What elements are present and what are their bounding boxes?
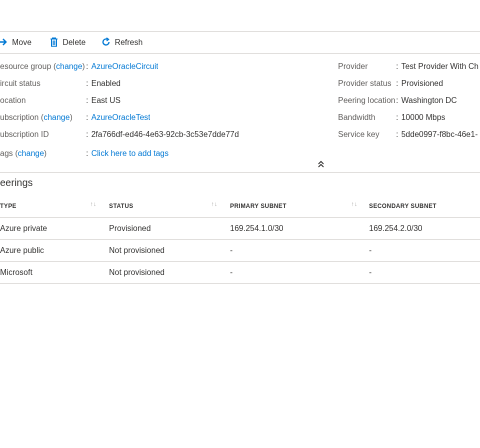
- bandwidth-row: Bandwidth : 10000 Mbps: [338, 109, 480, 126]
- subscription-change-link[interactable]: change: [44, 113, 70, 122]
- column-header-type[interactable]: TYPE ↑↓: [0, 197, 109, 218]
- peering-location-value: Washington DC: [401, 96, 457, 105]
- column-header-primary-subnet[interactable]: PRIMARY SUBNET ↑↓: [230, 197, 369, 218]
- resource-group-value-link[interactable]: AzureOracleCircuit: [91, 58, 158, 75]
- provider-label: Provider: [338, 62, 368, 71]
- arrow-right-icon: [0, 37, 8, 47]
- provider-row: Provider : Test Provider With Ch: [338, 58, 480, 75]
- type-cell: Azure public: [0, 239, 109, 262]
- circuit-status-label: ircuit status: [0, 79, 41, 88]
- subscription-id-label: ubscription ID: [0, 130, 49, 139]
- circuit-status-row: ircuit status : Enabled: [0, 75, 300, 92]
- refresh-button[interactable]: Refresh: [101, 32, 148, 52]
- sort-icon: ↑↓: [351, 202, 358, 208]
- chevron-double-up-icon: [316, 160, 326, 171]
- column-header-secondary-subnet[interactable]: SECONDARY SUBNET: [369, 197, 480, 218]
- subscription-value-link[interactable]: AzureOracleTest: [91, 109, 150, 126]
- service-key-label: Service key: [338, 130, 380, 139]
- resource-group-label: esource group (: [0, 62, 57, 71]
- table-header-row: TYPE ↑↓ STATUS ↑↓ PRIMARY SUBNET ↑↓ SECONDA…: [0, 197, 480, 218]
- move-label: Move: [12, 37, 32, 47]
- essentials-right: Provider : Test Provider With Ch Provide…: [338, 58, 480, 143]
- sort-icon: ↑↓: [211, 202, 218, 208]
- type-cell: Azure private: [0, 217, 109, 240]
- subscription-id-row: ubscription ID : 2fa766df-ed46-4e63-92cb…: [0, 126, 300, 143]
- blade-header: [0, 0, 480, 32]
- resource-group-label-end: ): [82, 62, 85, 71]
- provider-status-label: Provider status: [338, 79, 392, 88]
- subscription-label-end: ): [69, 113, 73, 122]
- tags-label: ags (: [0, 149, 18, 158]
- add-tags-link[interactable]: Click here to add tags: [91, 145, 168, 162]
- peering-location-label: Peering location: [338, 96, 396, 105]
- peerings-table: TYPE ↑↓ STATUS ↑↓ PRIMARY SUBNET ↑↓ SECONDA…: [0, 197, 480, 284]
- refresh-icon: [101, 37, 111, 47]
- status-cell: Not provisioned: [109, 239, 230, 262]
- refresh-label: Refresh: [114, 37, 143, 47]
- column-header-status[interactable]: STATUS ↑↓: [109, 197, 230, 218]
- table-row[interactable]: Microsoft Not provisioned - -: [0, 261, 480, 284]
- column-type-label: TYPE: [0, 204, 17, 210]
- subscription-label: ubscription (: [0, 113, 44, 122]
- sort-icon: ↑↓: [90, 202, 97, 208]
- type-cell: Microsoft: [0, 261, 109, 284]
- provider-value: Test Provider With Ch: [401, 62, 479, 71]
- primary-subnet-cell: -: [230, 239, 369, 262]
- subscription-id-value: 2fa766df-ed46-4e63-92cb-3c53e7dde77d: [91, 130, 239, 139]
- tags-label-end: ): [44, 149, 47, 158]
- location-row: ocation : East US: [0, 92, 300, 109]
- table-row[interactable]: Azure public Not provisioned - -: [0, 239, 480, 262]
- provider-status-row: Provider status : Provisioned: [338, 75, 480, 92]
- peerings-title: eerings: [0, 178, 33, 189]
- primary-subnet-cell: 169.254.1.0/30: [230, 217, 369, 240]
- status-cell: Provisioned: [109, 217, 230, 240]
- essentials-left: esource group (change) : AzureOracleCirc…: [0, 58, 300, 162]
- secondary-subnet-cell: -: [369, 261, 480, 284]
- resource-group-row: esource group (change) : AzureOracleCirc…: [0, 58, 300, 75]
- bandwidth-value: 10000 Mbps: [401, 113, 446, 122]
- toolbar-divider: [0, 53, 480, 54]
- table-row[interactable]: Azure private Provisioned 169.254.1.0/30…: [0, 217, 480, 240]
- column-secondary-subnet-label: SECONDARY SUBNET: [369, 204, 437, 210]
- bandwidth-label: Bandwidth: [338, 113, 376, 122]
- circuit-status-value: Enabled: [91, 79, 121, 88]
- service-key-row: Service key : 5dde0997-f8bc-46e1-: [338, 126, 480, 143]
- status-cell: Not provisioned: [109, 261, 230, 284]
- peering-location-row: Peering location : Washington DC: [338, 92, 480, 109]
- primary-subnet-cell: -: [230, 261, 369, 284]
- delete-button[interactable]: Delete: [49, 32, 91, 52]
- location-value: East US: [91, 96, 121, 105]
- delete-label: Delete: [62, 37, 86, 47]
- tags-row: ags (change) : Click here to add tags: [0, 145, 300, 162]
- secondary-subnet-cell: 169.254.2.0/30: [369, 217, 480, 240]
- secondary-subnet-cell: -: [369, 239, 480, 262]
- location-label: ocation: [0, 96, 26, 105]
- column-status-label: STATUS: [109, 204, 134, 210]
- command-bar: Move Delete Refresh: [0, 32, 480, 52]
- column-primary-subnet-label: PRIMARY SUBNET: [230, 204, 287, 210]
- move-button[interactable]: Move: [0, 32, 37, 52]
- subscription-row: ubscription (change) : AzureOracleTest: [0, 109, 300, 126]
- provider-status-value: Provisioned: [401, 79, 444, 88]
- collapse-essentials-button[interactable]: [316, 159, 326, 169]
- trash-icon: [49, 37, 59, 47]
- tags-change-link[interactable]: change: [18, 149, 44, 158]
- resource-group-change-link[interactable]: change: [56, 62, 82, 71]
- section-divider: [0, 172, 480, 173]
- service-key-value: 5dde0997-f8bc-46e1-: [401, 130, 478, 139]
